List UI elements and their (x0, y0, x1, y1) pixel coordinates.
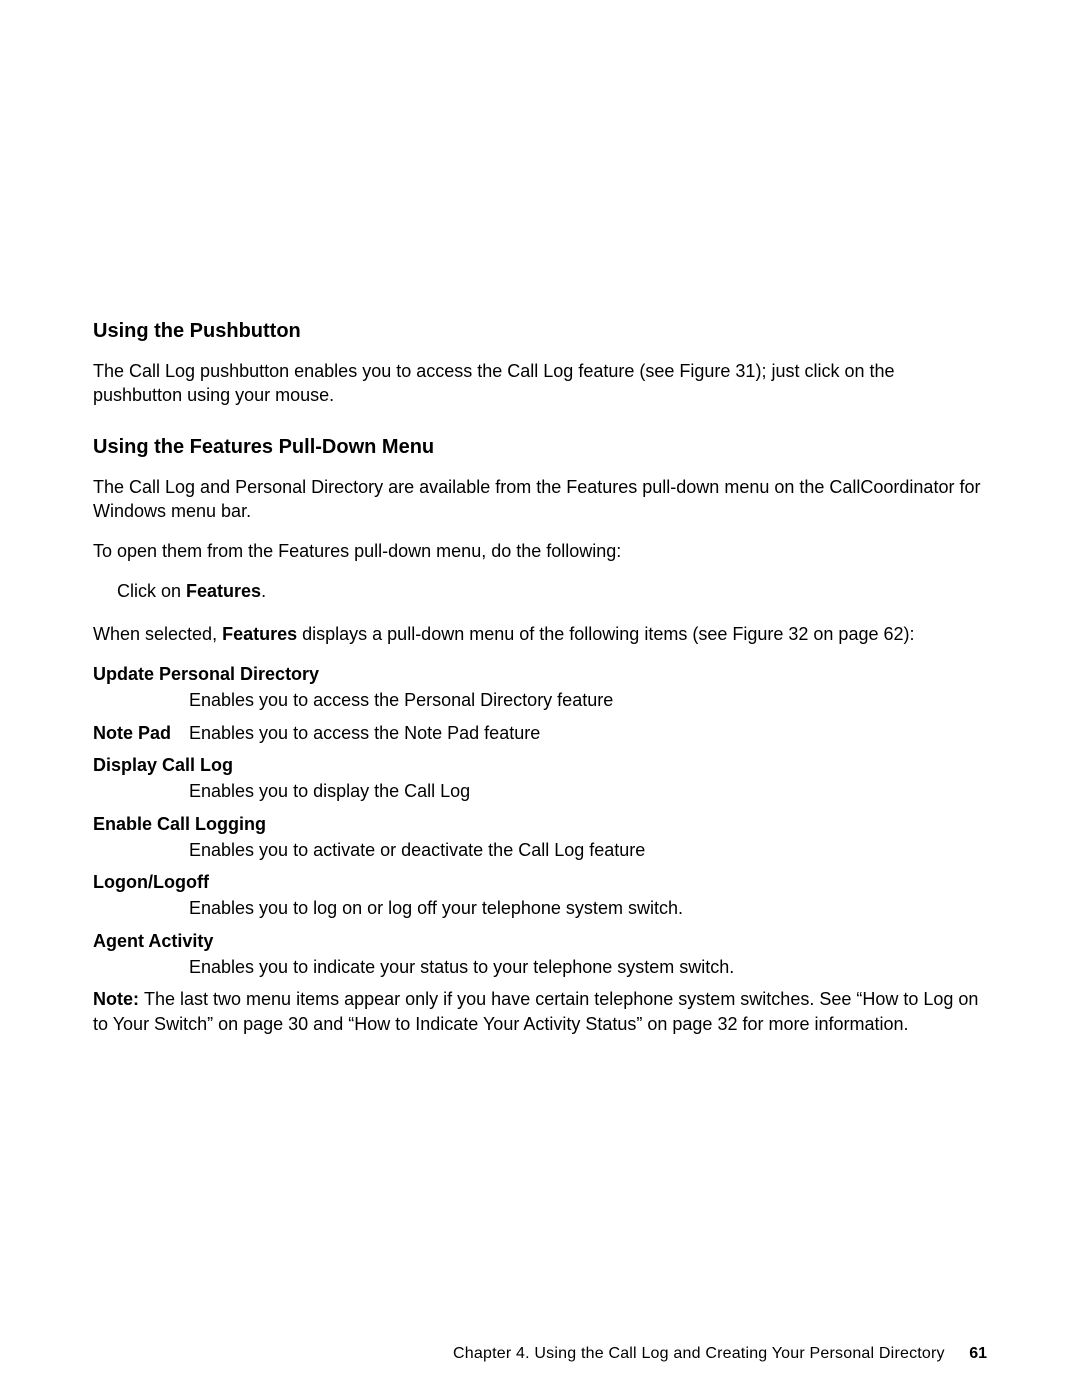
menu-item-description: Enables you to activate or deactivate th… (189, 838, 988, 862)
bold-features: Features (186, 581, 261, 601)
paragraph: When selected, Features displays a pull-… (93, 622, 988, 646)
menu-item-term: Update Personal Directory (93, 662, 988, 686)
menu-item: Logon/LogoffEnables you to log on or log… (93, 870, 988, 921)
text: . (261, 581, 266, 601)
text: The Call Log pushbutton enables you to a… (93, 361, 730, 381)
menu-item-term: Logon/Logoff (93, 870, 988, 894)
text: 62): (884, 624, 915, 644)
menu-item: Display Call LogEnables you to display t… (93, 753, 988, 804)
document-page: Using the Pushbutton The Call Log pushbu… (0, 0, 1080, 1397)
paragraph: The Call Log pushbutton enables you to a… (93, 359, 988, 408)
note-paragraph: Note: The last two menu items appear onl… (93, 987, 988, 1036)
text: 32 for more information. (717, 1014, 908, 1034)
menu-item: Enable Call LoggingEnables you to activa… (93, 812, 988, 863)
bold-features: Features (222, 624, 297, 644)
note-label: Note: (93, 989, 144, 1009)
menu-item-term: Enable Call Logging (93, 812, 988, 836)
menu-item-term: Display Call Log (93, 753, 988, 777)
page-footer: Chapter 4. Using the Call Log and Creati… (0, 1343, 1080, 1397)
instruction-click-features: Click on Features. (117, 579, 988, 603)
heading-using-features-menu: Using the Features Pull-Down Menu (93, 434, 988, 461)
menu-item-description: Enables you to display the Call Log (189, 779, 988, 803)
paragraph: To open them from the Features pull-down… (93, 539, 988, 563)
text: 30 and “How to Indicate Your Activity St… (288, 1014, 712, 1034)
text: 32 on page (788, 624, 878, 644)
footer-chapter-label: Chapter 4. Using the Call Log and Creati… (453, 1345, 945, 1362)
menu-item: Update Personal DirectoryEnables you to … (93, 662, 988, 713)
menu-item-description: Enables you to access the Note Pad featu… (189, 721, 540, 745)
menu-item-description: Enables you to access the Personal Direc… (189, 688, 988, 712)
page-content: Using the Pushbutton The Call Log pushbu… (93, 318, 988, 1052)
menu-item-term: Agent Activity (93, 929, 988, 953)
heading-using-pushbutton: Using the Pushbutton (93, 318, 988, 345)
menu-item: Agent ActivityEnables you to indicate yo… (93, 929, 988, 980)
text: Click on (117, 581, 186, 601)
paragraph: The Call Log and Personal Directory are … (93, 475, 988, 524)
text: When selected, (93, 624, 222, 644)
menu-item-term: Note Pad (93, 721, 189, 745)
menu-item-list: Update Personal DirectoryEnables you to … (93, 662, 988, 979)
menu-item-description: Enables you to log on or log off your te… (189, 896, 988, 920)
footer-page-number: 61 (969, 1345, 987, 1362)
text: displays a pull-down menu of the followi… (297, 624, 783, 644)
menu-item: Note PadEnables you to access the Note P… (93, 721, 988, 745)
menu-item-description: Enables you to indicate your status to y… (189, 955, 988, 979)
